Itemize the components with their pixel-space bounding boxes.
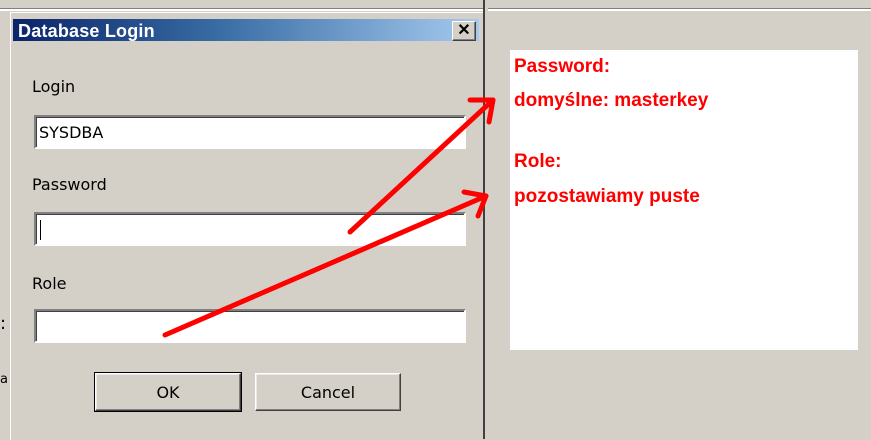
role-field[interactable] — [34, 309, 466, 343]
password-label: Password — [32, 175, 107, 194]
annotation-role-heading: Role: — [514, 151, 562, 172]
cancel-button[interactable]: Cancel — [255, 373, 401, 411]
database-login-dialog: Database Login ✕ Login SYSDBA Password R… — [9, 11, 484, 440]
role-label: Role — [32, 274, 67, 293]
annotation-role-note: pozostawiamy puste — [514, 186, 700, 207]
annotation-password-heading: Password: — [514, 56, 611, 77]
dialog-titlebar[interactable]: Database Login ✕ — [13, 19, 479, 41]
password-field[interactable] — [34, 212, 466, 246]
login-field[interactable]: SYSDBA — [34, 115, 466, 149]
annotation-password-default: domyślne: masterkey — [514, 90, 709, 111]
close-icon: ✕ — [457, 22, 471, 39]
login-value: SYSDBA — [39, 123, 104, 142]
login-label: Login — [32, 77, 76, 96]
background-text-fragment: a — [0, 372, 8, 387]
text-caret — [40, 220, 41, 240]
background-text-fragment: : — [0, 313, 7, 334]
annotation-box: Password: domyślne: masterkey Role: pozo… — [510, 50, 858, 350]
ok-button[interactable]: OK — [94, 372, 242, 412]
close-button[interactable]: ✕ — [452, 21, 476, 41]
ok-button-label: OK — [156, 382, 180, 402]
dialog-title: Database Login — [18, 21, 155, 41]
window-splitter[interactable] — [483, 0, 488, 439]
cancel-button-label: Cancel — [300, 382, 356, 402]
